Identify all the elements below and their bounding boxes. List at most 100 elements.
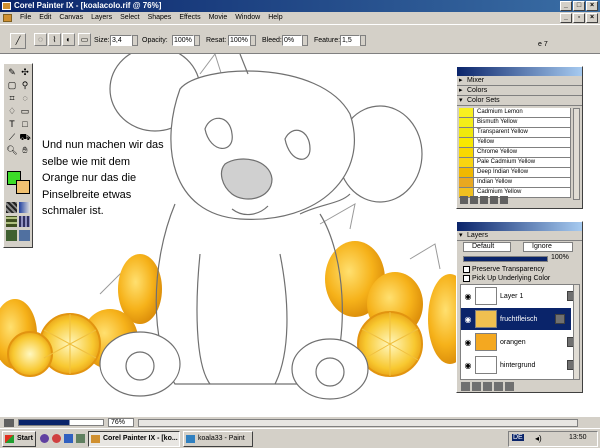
bleed-field[interactable]: 0% [282, 35, 302, 46]
magnifier-icon[interactable]: 🔍︎ [6, 144, 18, 156]
resat-field[interactable]: 100% [228, 35, 250, 46]
rectangle-shape-icon[interactable]: □ [19, 118, 31, 130]
volume-icon[interactable]: ◂) [535, 434, 542, 443]
layer-row-selected[interactable]: ◉ fruchtfleisch [461, 308, 571, 330]
feature-field[interactable]: 1,5 [340, 35, 360, 46]
start-button[interactable]: Start [2, 431, 36, 447]
rectangle-select-icon[interactable]: ▢ [6, 79, 18, 91]
lasso-icon[interactable]: ◌ [19, 92, 31, 104]
preserve-transparency-option[interactable]: Preserve Transparency [463, 266, 544, 273]
menu-layers[interactable]: Layers [87, 12, 116, 24]
method-icon[interactable]: ◐ [62, 33, 75, 46]
brush-tool-icon[interactable]: ✎ [6, 66, 18, 78]
color-set-item[interactable]: Pale Cadmium Yellow [459, 158, 571, 168]
menu-effects[interactable]: Effects [175, 12, 204, 24]
opacity-spinner[interactable] [194, 35, 200, 46]
zoom-level[interactable]: 76% [108, 418, 134, 427]
bleed-spinner[interactable] [302, 35, 308, 46]
feature-spinner[interactable] [360, 35, 366, 46]
color-set-delete-icon[interactable] [490, 196, 498, 204]
color-set-menu-icon[interactable] [500, 196, 508, 204]
menu-help[interactable]: Help [264, 12, 286, 24]
pen-tool-icon[interactable]: ♢ [6, 105, 18, 117]
brush-dab-icon[interactable]: ◌ [34, 33, 47, 46]
dynamic-plugins-icon[interactable] [472, 382, 481, 391]
layer-commands-icon[interactable] [461, 382, 470, 391]
zoom-slider[interactable] [18, 419, 104, 426]
layers-palette-header[interactable]: ▾ Layers [457, 231, 582, 241]
brush-icon[interactable]: ╱ [10, 33, 26, 49]
color-set-item[interactable]: Deep Indian Yellow [459, 168, 571, 178]
weaving-selector-icon[interactable] [19, 216, 30, 227]
taskbar-paint-button[interactable]: koala33 - Paint [183, 431, 253, 447]
color-set-item[interactable]: Yellow [459, 138, 571, 148]
resat-spinner[interactable] [250, 35, 256, 46]
color-set-library-icon[interactable] [460, 196, 468, 204]
size-field[interactable]: 3,4 [110, 35, 132, 46]
paper-selector-icon[interactable] [6, 202, 17, 213]
menu-file[interactable]: File [16, 12, 35, 24]
dropper-icon[interactable]: ⟋ [6, 131, 18, 143]
minimize-button[interactable]: _ [560, 1, 572, 11]
pick-up-underlying-option[interactable]: Pick Up Underlying Color [463, 275, 550, 282]
color-set-item[interactable]: Chrome Yellow [459, 148, 571, 158]
layer-row[interactable]: ◉ Layer 1 [461, 285, 583, 307]
language-indicator[interactable]: DE [512, 434, 524, 441]
quicklaunch-icon-4[interactable] [76, 434, 85, 443]
menu-canvas[interactable]: Canvas [55, 12, 87, 24]
color-set-item[interactable]: Cadmium Lemon [459, 108, 571, 118]
preserve-transparency-checkbox[interactable] [463, 266, 470, 273]
colors-palette-header[interactable]: ▸ Colors [457, 86, 582, 96]
doc-close-button[interactable]: × [586, 13, 598, 23]
menu-shapes[interactable]: Shapes [144, 12, 176, 24]
layer-adjuster-icon[interactable]: ✣ [19, 66, 31, 78]
visibility-eye-icon[interactable]: ◉ [461, 338, 475, 347]
layer-mask-icon[interactable] [483, 382, 492, 391]
color-set-scrollbar[interactable] [573, 108, 580, 200]
quicklaunch-icon-3[interactable] [64, 434, 73, 443]
quicklaunch-icon-1[interactable] [40, 434, 49, 443]
close-button[interactable]: × [586, 1, 598, 11]
layer-list-scrollbar[interactable] [573, 284, 580, 380]
color-palettes-titlebar[interactable] [457, 67, 582, 76]
nozzle-selector-icon[interactable] [6, 230, 17, 241]
stroke-type-icon[interactable]: ⌇ [48, 33, 61, 46]
grabber-hand-icon[interactable]: ✋︎ [19, 144, 31, 156]
gradient-selector-icon[interactable] [19, 202, 30, 213]
doc-minimize-button[interactable]: _ [560, 13, 572, 23]
additional-color-swatch[interactable] [16, 180, 30, 194]
layer-opacity-slider[interactable] [463, 256, 548, 262]
layer-row[interactable]: ◉ orangen [461, 331, 583, 353]
maximize-button[interactable]: □ [573, 1, 585, 11]
composite-depth-select[interactable]: Ignore [523, 242, 573, 252]
menu-edit[interactable]: Edit [35, 12, 55, 24]
color-set-find-icon[interactable] [480, 196, 488, 204]
visibility-eye-icon[interactable]: ◉ [461, 292, 475, 301]
position-icon[interactable] [4, 419, 14, 427]
visibility-eye-icon[interactable]: ◉ [461, 361, 475, 370]
looks-selector-icon[interactable] [19, 230, 30, 241]
document-icon[interactable] [3, 14, 12, 22]
quicklaunch-icon-2[interactable] [52, 434, 61, 443]
size-spinner[interactable] [132, 35, 138, 46]
delete-layer-icon[interactable] [505, 382, 514, 391]
menu-select[interactable]: Select [116, 12, 143, 24]
text-tool-icon[interactable]: T [6, 118, 18, 130]
mixer-palette-header[interactable]: ▸ Mixer [457, 76, 582, 86]
menu-movie[interactable]: Movie [205, 12, 232, 24]
color-set-item[interactable]: Indian Yellow [459, 178, 571, 188]
color-sets-palette-header[interactable]: ▾ Color Sets [457, 96, 582, 106]
horizontal-scrollbar[interactable] [138, 419, 578, 427]
shape-select-icon[interactable]: ▭ [19, 105, 31, 117]
layers-panel-titlebar[interactable] [457, 222, 582, 231]
opacity-field[interactable]: 100% [172, 35, 194, 46]
color-set-item[interactable]: Transparent Yellow [459, 128, 571, 138]
composite-method-select[interactable]: Default [463, 242, 511, 252]
paint-bucket-icon[interactable]: ⛟ [19, 131, 31, 143]
crop-tool-icon[interactable]: ⌗ [6, 92, 18, 104]
pattern-selector-icon[interactable] [6, 216, 17, 227]
new-layer-icon[interactable] [494, 382, 503, 391]
layer-row[interactable]: ◉ hintergrund [461, 354, 583, 376]
magic-wand-icon[interactable]: ⚲ [19, 79, 31, 91]
pick-up-underlying-checkbox[interactable] [463, 275, 470, 282]
